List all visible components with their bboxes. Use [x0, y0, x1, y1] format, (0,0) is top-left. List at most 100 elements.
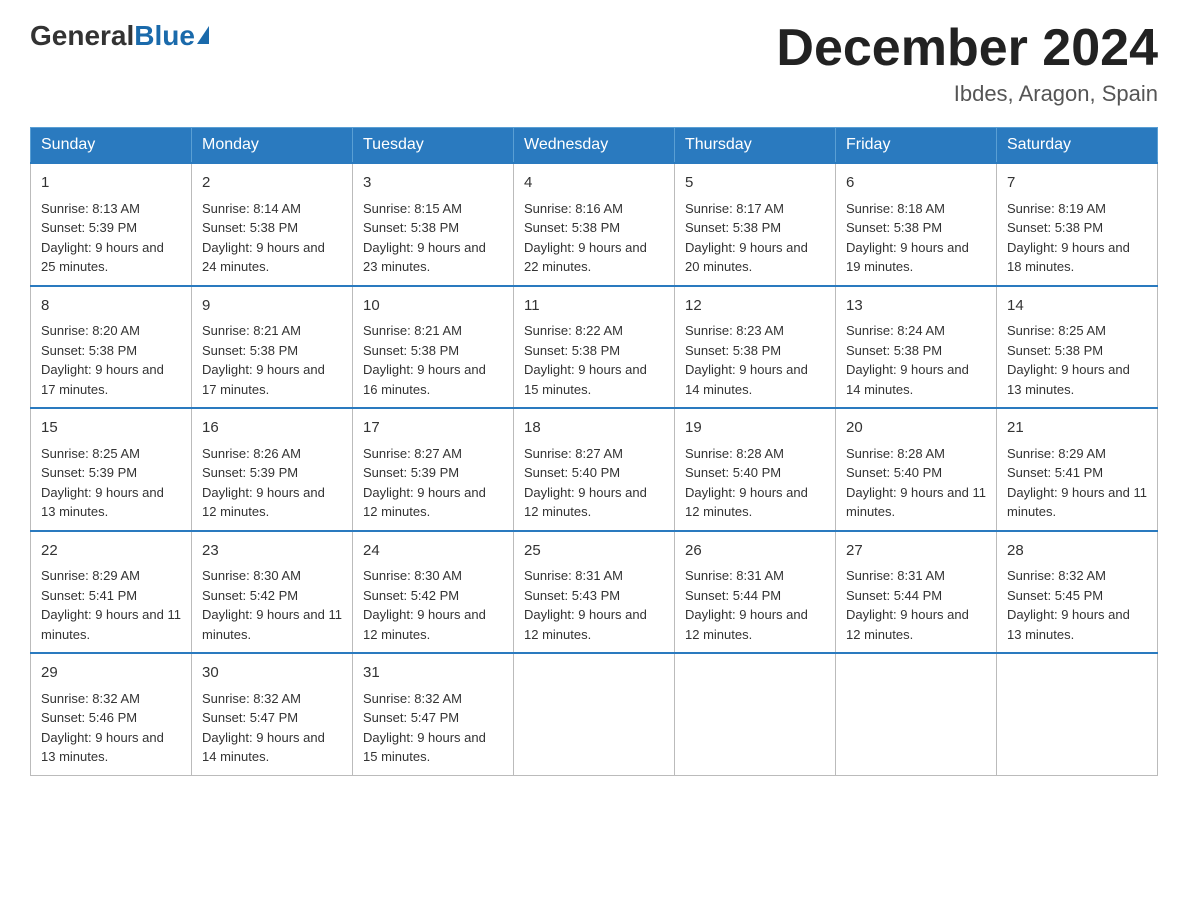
week-row-4: 22 Sunrise: 8:29 AM Sunset: 5:41 PM Dayligh…: [31, 531, 1158, 654]
daylight-text: Daylight: 9 hours and 18 minutes.: [1007, 240, 1130, 275]
sunrise-text: Sunrise: 8:31 AM: [524, 568, 623, 583]
day-number: 1: [41, 172, 181, 195]
sunrise-text: Sunrise: 8:32 AM: [202, 691, 301, 706]
calendar-cell: [514, 653, 675, 775]
calendar-cell: 28Sunrise: 8:32 AMSunset: 5:45 PMDayligh…: [997, 531, 1158, 654]
col-header-wednesday: Wednesday: [514, 128, 675, 164]
calendar-cell: 31Sunrise: 8:32 AMSunset: 5:47 PMDayligh…: [353, 653, 514, 775]
daylight-text: Daylight: 9 hours and 12 minutes.: [524, 485, 647, 520]
calendar-cell: 19Sunrise: 8:28 AMSunset: 5:40 PMDayligh…: [675, 408, 836, 531]
sunset-text: Sunset: 5:42 PM: [202, 588, 298, 603]
day-number: 9: [202, 295, 342, 318]
calendar-cell: 10Sunrise: 8:21 AMSunset: 5:38 PMDayligh…: [353, 286, 514, 409]
sunrise-text: Sunrise: 8:30 AM: [202, 568, 301, 583]
calendar-cell: 27Sunrise: 8:31 AMSunset: 5:44 PMDayligh…: [836, 531, 997, 654]
daylight-text: Daylight: 9 hours and 14 minutes.: [685, 362, 808, 397]
daylight-text: Daylight: 9 hours and 15 minutes.: [524, 362, 647, 397]
calendar-cell: 25 Sunrise: 8:31 AM Sunset: 5:43 PM Dayligh…: [514, 531, 675, 654]
sunrise-text: Sunrise: 8:25 AM: [41, 446, 140, 461]
sunrise-text: Sunrise: 8:29 AM: [1007, 446, 1106, 461]
daylight-text: Daylight: 9 hours and 12 minutes.: [363, 485, 486, 520]
calendar-cell: 16Sunrise: 8:26 AMSunset: 5:39 PMDayligh…: [192, 408, 353, 531]
day-number: 11: [524, 295, 664, 318]
sunset-text: Sunset: 5:38 PM: [202, 343, 298, 358]
daylight-text: Daylight: 9 hours and 22 minutes.: [524, 240, 647, 275]
sunrise-text: Sunrise: 8:28 AM: [685, 446, 784, 461]
day-number: 30: [202, 662, 342, 685]
calendar-cell: 9 Sunrise: 8:21 AM Sunset: 5:38 PM Daylight…: [192, 286, 353, 409]
day-number: 26: [685, 540, 825, 563]
day-number: 15: [41, 417, 181, 440]
day-number: 20: [846, 417, 986, 440]
day-number: 22: [41, 540, 181, 563]
sunrise-text: Sunrise: 8:21 AM: [363, 323, 462, 338]
day-number: 25: [524, 540, 664, 563]
calendar-cell: [675, 653, 836, 775]
daylight-text: Daylight: 9 hours and 12 minutes.: [846, 607, 969, 642]
daylight-text: Daylight: 9 hours and 11 minutes.: [41, 607, 181, 642]
sunrise-text: Sunrise: 8:27 AM: [363, 446, 462, 461]
calendar-cell: 22 Sunrise: 8:29 AM Sunset: 5:41 PM Dayligh…: [31, 531, 192, 654]
week-row-2: 8 Sunrise: 8:20 AM Sunset: 5:38 PM Daylight…: [31, 286, 1158, 409]
sunset-text: Sunset: 5:38 PM: [524, 220, 620, 235]
sunset-text: Sunset: 5:38 PM: [1007, 343, 1103, 358]
sunrise-text: Sunrise: 8:32 AM: [363, 691, 462, 706]
sunrise-text: Sunrise: 8:22 AM: [524, 323, 623, 338]
day-number: 6: [846, 172, 986, 195]
calendar-cell: [997, 653, 1158, 775]
daylight-text: Daylight: 9 hours and 11 minutes.: [202, 607, 342, 642]
daylight-text: Daylight: 9 hours and 17 minutes.: [202, 362, 325, 397]
day-number: 8: [41, 295, 181, 318]
day-number: 29: [41, 662, 181, 685]
sunrise-text: Sunrise: 8:17 AM: [685, 201, 784, 216]
sunrise-text: Sunrise: 8:20 AM: [41, 323, 140, 338]
sunset-text: Sunset: 5:41 PM: [1007, 465, 1103, 480]
calendar-cell: 12Sunrise: 8:23 AMSunset: 5:38 PMDayligh…: [675, 286, 836, 409]
sunset-text: Sunset: 5:45 PM: [1007, 588, 1103, 603]
sunrise-text: Sunrise: 8:14 AM: [202, 201, 301, 216]
calendar-cell: 7Sunrise: 8:19 AMSunset: 5:38 PMDaylight…: [997, 163, 1158, 286]
sunset-text: Sunset: 5:38 PM: [363, 343, 459, 358]
day-number: 4: [524, 172, 664, 195]
daylight-text: Daylight: 9 hours and 12 minutes.: [685, 485, 808, 520]
daylight-text: Daylight: 9 hours and 23 minutes.: [363, 240, 486, 275]
daylight-text: Daylight: 9 hours and 25 minutes.: [41, 240, 164, 275]
calendar-table: SundayMondayTuesdayWednesdayThursdayFrid…: [30, 127, 1158, 776]
sunrise-text: Sunrise: 8:19 AM: [1007, 201, 1106, 216]
sunrise-text: Sunrise: 8:13 AM: [41, 201, 140, 216]
sunset-text: Sunset: 5:40 PM: [846, 465, 942, 480]
sunset-text: Sunset: 5:42 PM: [363, 588, 459, 603]
sunset-text: Sunset: 5:43 PM: [524, 588, 620, 603]
day-number: 12: [685, 295, 825, 318]
col-header-monday: Monday: [192, 128, 353, 164]
calendar-cell: 8Sunrise: 8:20 AMSunset: 5:38 PMDaylight…: [31, 286, 192, 409]
sunset-text: Sunset: 5:40 PM: [524, 465, 620, 480]
sunrise-text: Sunrise: 8:29 AM: [41, 568, 140, 583]
sunset-text: Sunset: 5:38 PM: [41, 343, 137, 358]
calendar-cell: 2Sunrise: 8:14 AMSunset: 5:38 PMDaylight…: [192, 163, 353, 286]
sunset-text: Sunset: 5:38 PM: [363, 220, 459, 235]
sunset-text: Sunset: 5:47 PM: [363, 710, 459, 725]
sunrise-text: Sunrise: 8:26 AM: [202, 446, 301, 461]
sunrise-text: Sunrise: 8:21 AM: [202, 323, 301, 338]
week-row-1: 1 Sunrise: 8:13 AM Sunset: 5:39 PM Daylight…: [31, 163, 1158, 286]
sunset-text: Sunset: 5:38 PM: [846, 220, 942, 235]
day-number: 31: [363, 662, 503, 685]
page-header: General Blue December 2024 Ibdes, Aragon…: [30, 20, 1158, 107]
sunset-text: Sunset: 5:41 PM: [41, 588, 137, 603]
daylight-text: Daylight: 9 hours and 11 minutes.: [846, 485, 986, 520]
sunset-text: Sunset: 5:39 PM: [202, 465, 298, 480]
sunset-text: Sunset: 5:39 PM: [41, 220, 137, 235]
day-number: 19: [685, 417, 825, 440]
sunset-text: Sunset: 5:39 PM: [41, 465, 137, 480]
day-number: 7: [1007, 172, 1147, 195]
week-row-5: 29Sunrise: 8:32 AMSunset: 5:46 PMDayligh…: [31, 653, 1158, 775]
sunrise-text: Sunrise: 8:28 AM: [846, 446, 945, 461]
daylight-text: Daylight: 9 hours and 19 minutes.: [846, 240, 969, 275]
week-row-3: 15 Sunrise: 8:25 AM Sunset: 5:39 PM Dayligh…: [31, 408, 1158, 531]
calendar-cell: 3Sunrise: 8:15 AMSunset: 5:38 PMDaylight…: [353, 163, 514, 286]
daylight-text: Daylight: 9 hours and 24 minutes.: [202, 240, 325, 275]
sunrise-text: Sunrise: 8:32 AM: [1007, 568, 1106, 583]
daylight-text: Daylight: 9 hours and 13 minutes.: [1007, 607, 1130, 642]
daylight-text: Daylight: 9 hours and 12 minutes.: [524, 607, 647, 642]
